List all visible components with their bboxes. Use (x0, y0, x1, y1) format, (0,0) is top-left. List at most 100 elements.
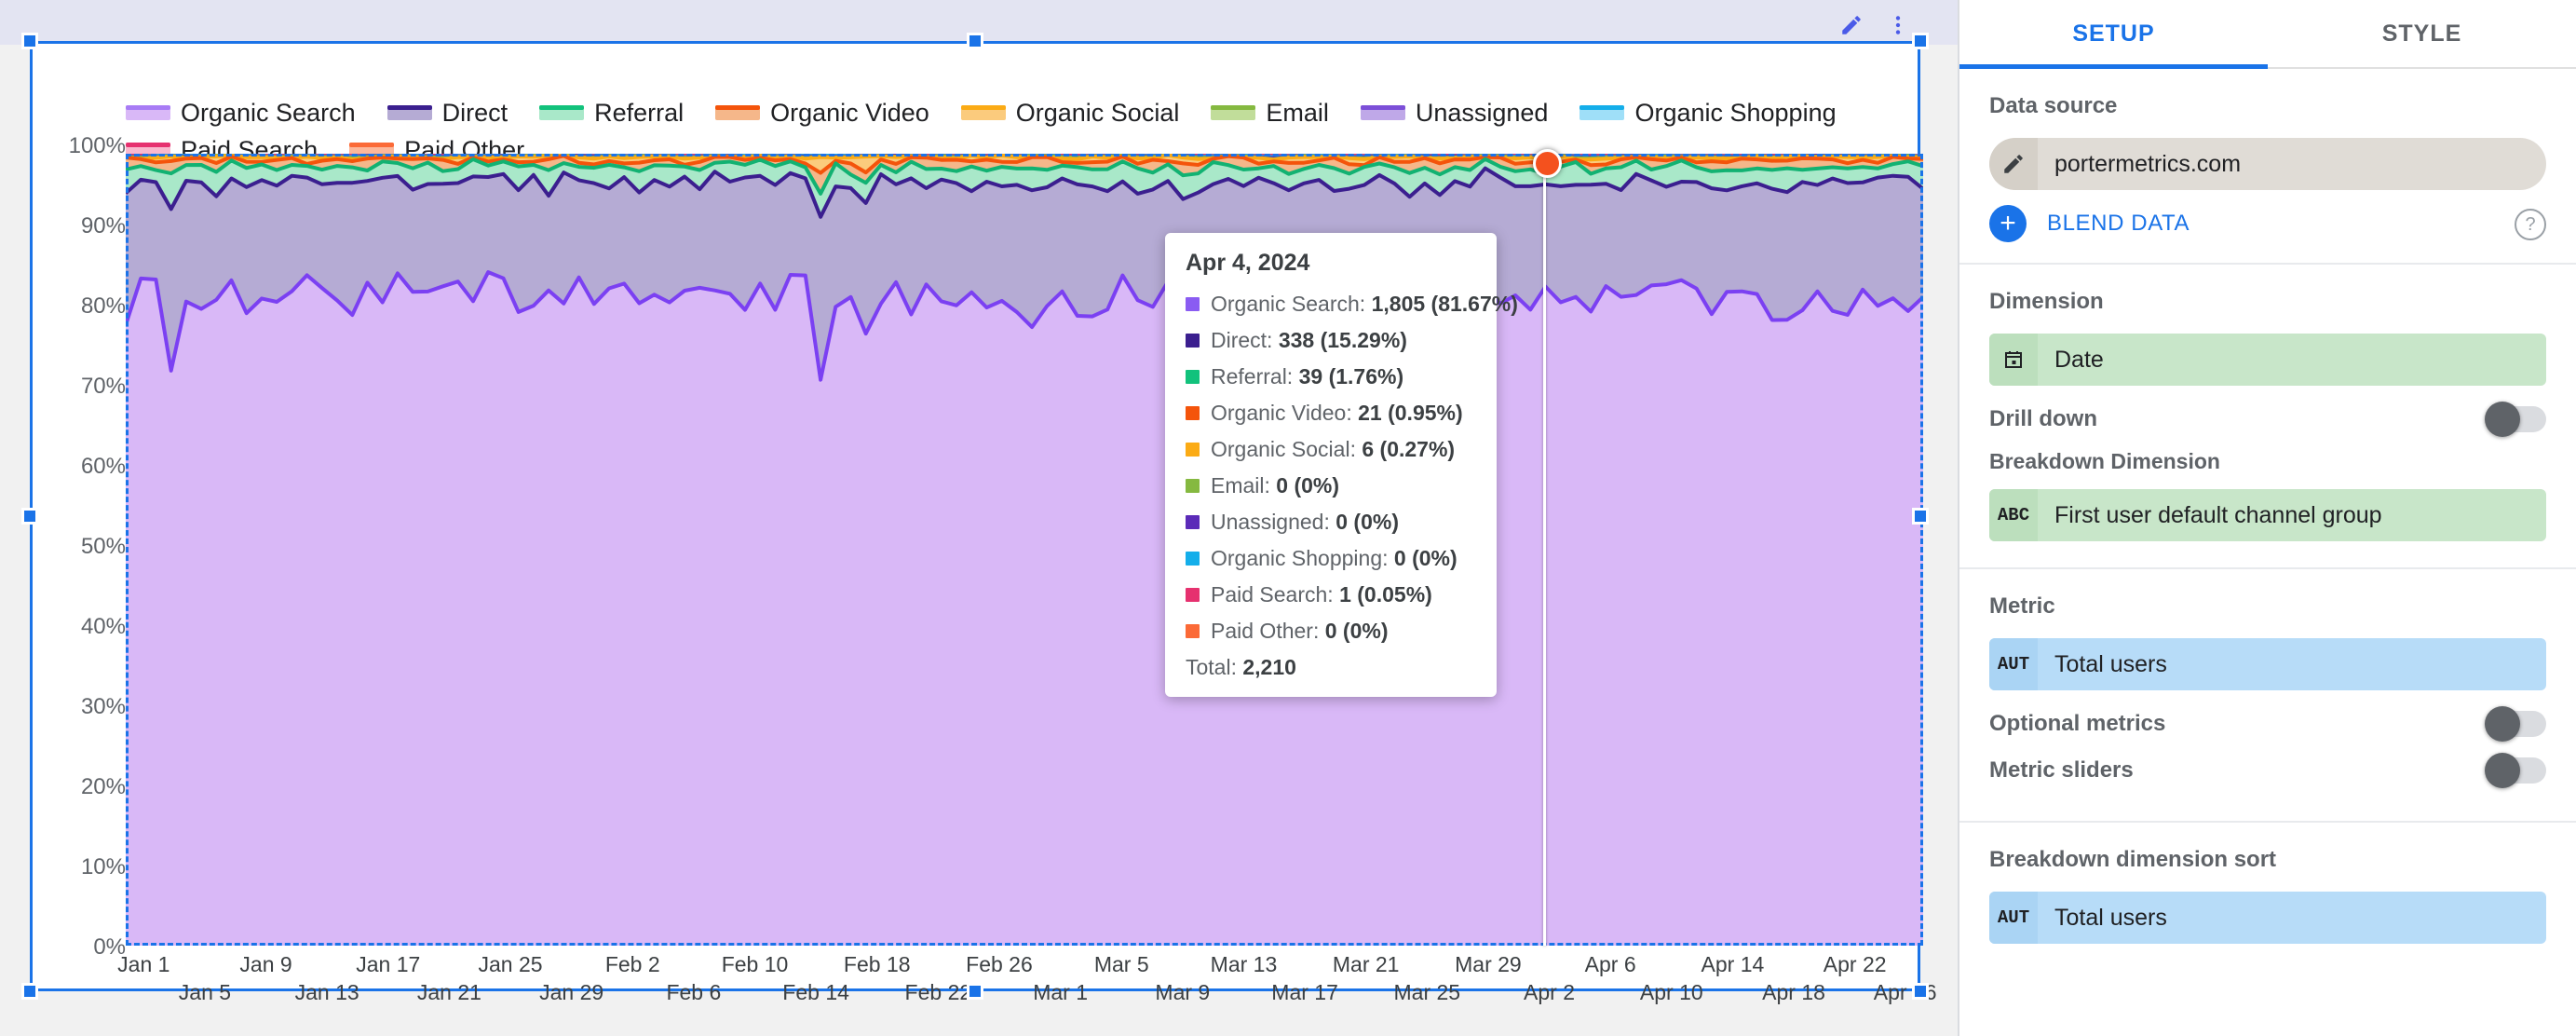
hover-tooltip: Apr 4, 2024 Organic Search: 1,805 (81.67… (1165, 233, 1518, 697)
dimension-section: Dimension Date Drill down Breakdown Dime… (1959, 265, 2576, 569)
tab-setup[interactable]: SETUP (1959, 0, 2268, 69)
x-tick: Mar 13 (1210, 952, 1278, 976)
blend-data-label[interactable]: BLEND DATA (2047, 211, 2190, 237)
tooltip-series-text: Referral: 39 (1.76%) (1211, 364, 1404, 388)
x-tick: Jan 29 (539, 980, 604, 1004)
tooltip-row: Organic Shopping: 0 (0%) (1186, 546, 1476, 571)
optional-metrics-toggle[interactable] (2485, 706, 2546, 742)
x-tick: Mar 25 (1393, 980, 1461, 1004)
blend-data-row[interactable]: + BLEND DATA ? (1989, 205, 2546, 242)
resize-handle-top-right[interactable] (1912, 33, 1929, 49)
pencil-icon[interactable] (1839, 13, 1864, 37)
resize-handle-middle-right[interactable] (1912, 508, 1929, 525)
resize-handle-bottom-right[interactable] (1912, 983, 1929, 1000)
y-tick: 30% (80, 694, 126, 719)
pencil-icon[interactable] (1989, 138, 2038, 190)
x-tick: Jan 17 (356, 952, 421, 976)
tooltip-row: Direct: 338 (15.29%) (1186, 328, 1476, 353)
resize-handle-bottom-left[interactable] (21, 983, 38, 1000)
x-tick: Apr 14 (1701, 952, 1765, 976)
tooltip-series-text: Organic Shopping: 0 (0%) (1211, 546, 1457, 570)
x-tick: Jan 13 (294, 980, 359, 1004)
tooltip-series-swatch (1186, 588, 1200, 602)
resize-handle-bottom-center[interactable] (967, 983, 983, 1000)
x-tick: Mar 17 (1271, 980, 1338, 1004)
calendar-icon (1989, 334, 2038, 386)
tooltip-row: Paid Search: 1 (0.05%) (1186, 582, 1476, 607)
resize-handle-middle-left[interactable] (21, 508, 38, 525)
y-tick: 10% (80, 854, 126, 879)
drill-down-row[interactable]: Drill down (1989, 402, 2546, 437)
tooltip-row: Organic Search: 1,805 (81.67%) (1186, 292, 1518, 317)
abc-icon: ABC (1989, 489, 2038, 541)
x-tick: Apr 10 (1639, 980, 1703, 1004)
stacked-area-plot[interactable] (126, 154, 1923, 946)
tooltip-series-swatch (1186, 406, 1200, 420)
x-tick: Jan 5 (178, 980, 232, 1004)
resize-handle-top-center[interactable] (967, 33, 983, 49)
metric-sliders-label: Metric sliders (1989, 757, 2134, 783)
y-tick: 80% (80, 293, 126, 319)
aut-icon: AUT (1989, 638, 2038, 690)
metric-chip[interactable]: AUT Total users (1989, 638, 2546, 690)
x-tick: Feb 26 (966, 952, 1033, 976)
data-source-section: Data source portermetrics.com + BLEND DA… (1959, 69, 2576, 265)
tooltip-series-swatch (1186, 334, 1200, 348)
dimension-title: Dimension (1989, 289, 2104, 314)
chart-widget[interactable]: Organic Search Direct Referral Organic V… (30, 41, 1937, 1004)
tooltip-series-text: Email: 0 (0%) (1211, 473, 1340, 498)
tooltip-row: Referral: 39 (1.76%) (1186, 364, 1476, 389)
report-canvas: Organic Search Direct Referral Organic V… (0, 0, 1958, 1036)
panel-tabs: SETUP STYLE (1959, 0, 2576, 69)
optional-metrics-row[interactable]: Optional metrics (1989, 706, 2546, 742)
breakdown-dimension-chip[interactable]: ABC First user default channel group (1989, 489, 2546, 541)
tooltip-series-swatch (1186, 297, 1200, 311)
x-tick: Mar 1 (1033, 980, 1088, 1004)
x-tick: Jan 25 (478, 952, 543, 976)
tooltip-row: Paid Other: 0 (0%) (1186, 619, 1476, 644)
drill-down-toggle[interactable] (2485, 402, 2546, 437)
dimension-chip[interactable]: Date (1989, 334, 2546, 386)
x-tick: Apr 6 (1584, 952, 1636, 976)
breakdown-sort-chip[interactable]: AUT Total users (1989, 892, 2546, 944)
tooltip-row: Organic Social: 6 (0.27%) (1186, 437, 1476, 462)
tooltip-series-swatch (1186, 624, 1200, 638)
tooltip-series-text: Organic Search: 1,805 (81.67%) (1211, 292, 1518, 316)
tooltip-date: Apr 4, 2024 (1186, 250, 1310, 276)
tooltip-total-value: 2,210 (1242, 655, 1296, 679)
y-tick: 50% (80, 534, 126, 559)
help-circle-icon[interactable]: ? (2515, 209, 2546, 240)
x-tick: Jan 9 (239, 952, 292, 976)
tooltip-series-text: Unassigned: 0 (0%) (1211, 510, 1399, 534)
data-source-chip[interactable]: portermetrics.com (1989, 138, 2546, 190)
aut-icon: AUT (1989, 892, 2038, 944)
x-tick: Feb 18 (843, 952, 911, 976)
tooltip-series-text: Organic Video: 21 (0.95%) (1211, 401, 1463, 425)
tooltip-series-swatch (1186, 552, 1200, 566)
x-tick: Feb 2 (604, 952, 660, 976)
tooltip-series-text: Paid Search: 1 (0.05%) (1211, 582, 1432, 607)
optional-metrics-label: Optional metrics (1989, 711, 2166, 736)
app-root: Organic Search Direct Referral Organic V… (0, 0, 2576, 1036)
x-tick: Mar 21 (1332, 952, 1400, 976)
more-vertical-icon[interactable] (1886, 13, 1910, 37)
tooltip-series-text: Direct: 338 (15.29%) (1211, 328, 1407, 352)
tab-style[interactable]: STYLE (2268, 0, 2576, 67)
metric-sliders-toggle[interactable] (2485, 753, 2546, 788)
tooltip-series-swatch (1186, 479, 1200, 493)
x-tick: Jan 21 (416, 980, 481, 1004)
tooltip-row: Unassigned: 0 (0%) (1186, 510, 1476, 535)
metric-section: Metric AUT Total users Optional metrics … (1959, 569, 2576, 823)
x-tick: Mar 29 (1455, 952, 1522, 976)
data-source-value: portermetrics.com (2054, 150, 2242, 177)
resize-handle-top-left[interactable] (21, 33, 38, 49)
metric-sliders-row[interactable]: Metric sliders (1989, 753, 2546, 788)
x-tick: Mar 5 (1093, 952, 1149, 976)
plus-icon[interactable]: + (1989, 205, 2027, 242)
breakdown-dimension-value: First user default channel group (2054, 501, 2382, 528)
hover-crosshair-line (1543, 154, 1546, 946)
x-tick: Feb 6 (666, 980, 722, 1004)
x-axis: Jan 1 Jan 5 Jan 9 Jan 13 Jan 17 Jan 21 J… (117, 952, 1936, 1008)
plot-area: 100% 90% 80% 70% 60% 50% 40% 30% 20% 10%… (33, 44, 1937, 1004)
breakdown-sort-title: Breakdown dimension sort (1989, 847, 2277, 872)
